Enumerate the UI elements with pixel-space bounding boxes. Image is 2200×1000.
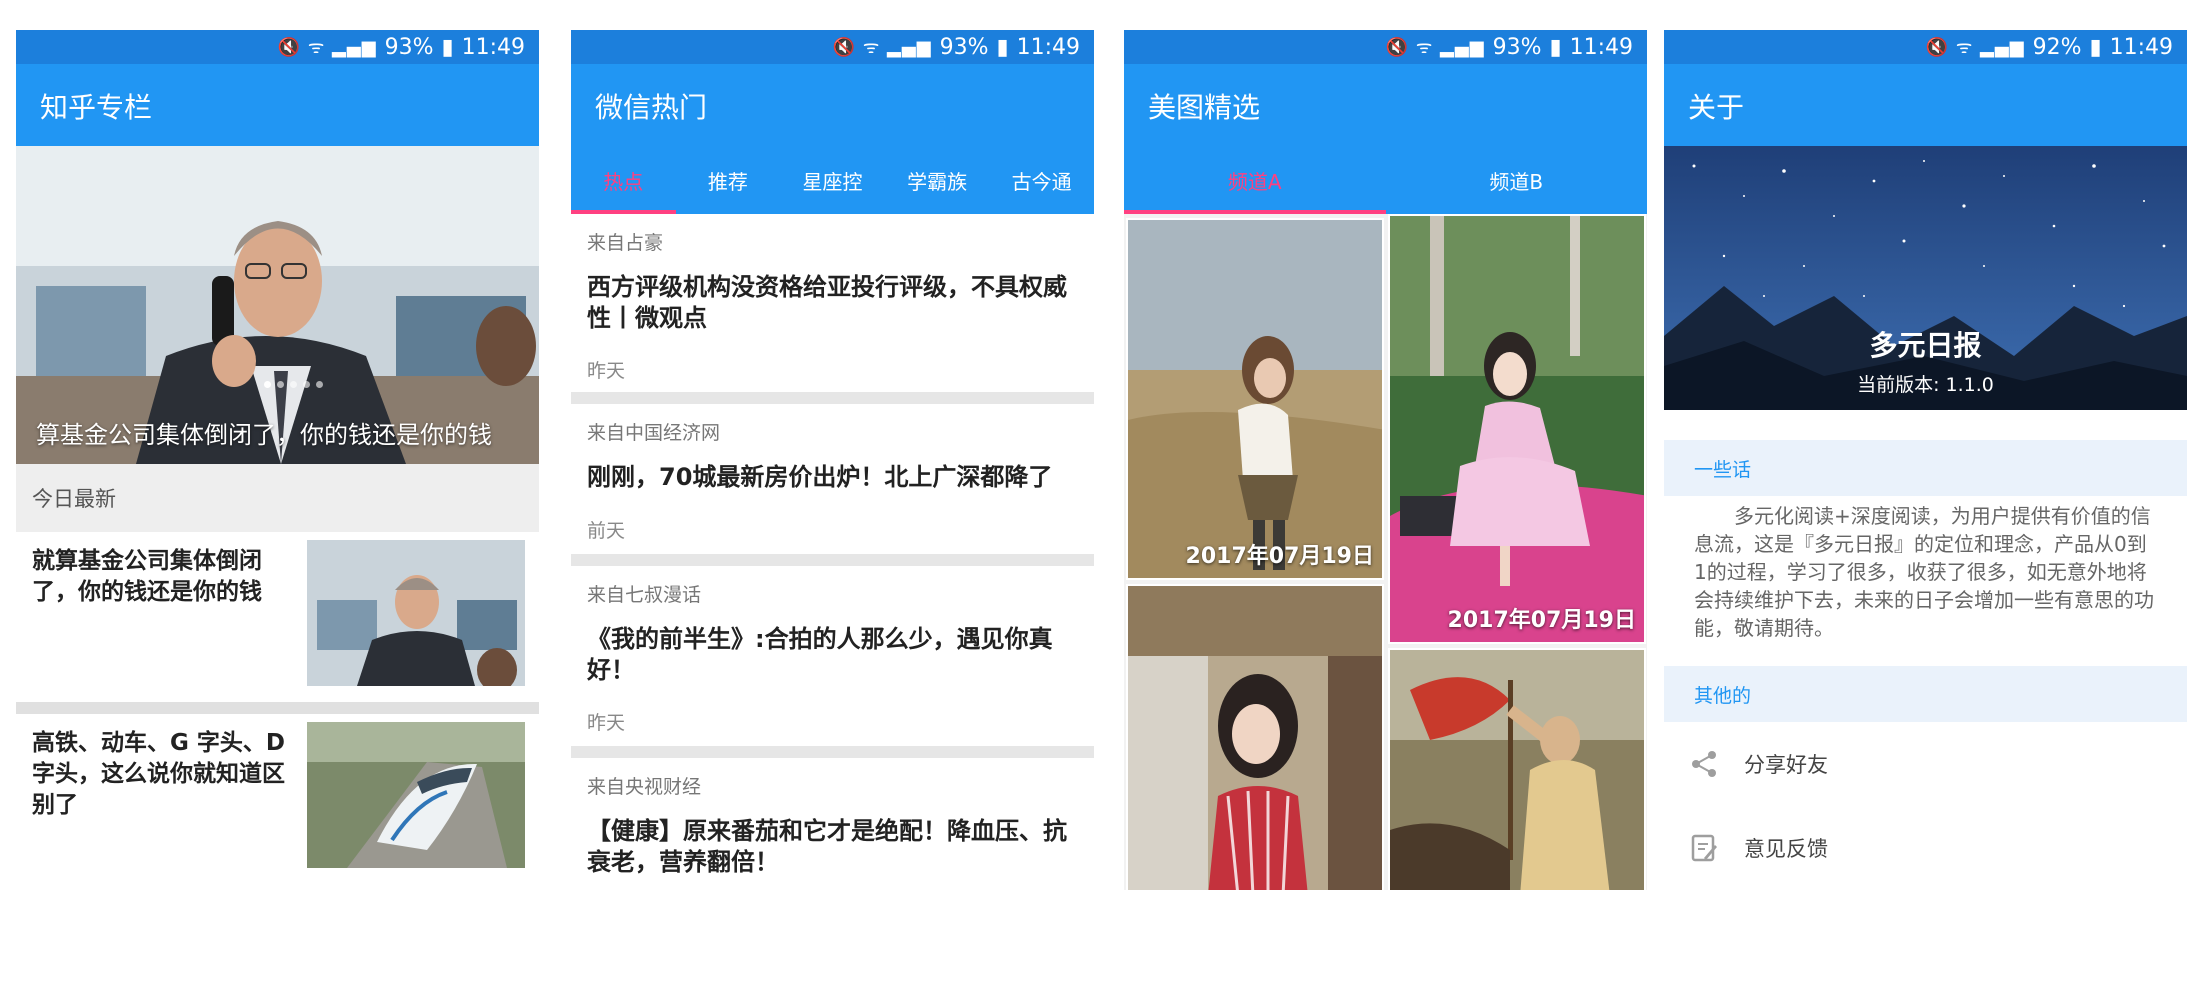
article-source: 来自中国经济网 <box>587 422 721 444</box>
article-card[interactable]: 来自七叔漫话 《我的前半生》:合拍的人那么少，遇见你真好！ 昨天 <box>571 566 1094 746</box>
tab-hot[interactable]: 热点 <box>571 146 676 214</box>
share-friends-item[interactable]: 分享好友 <box>1664 722 2187 807</box>
list-item-thumbnail <box>307 540 525 686</box>
tab-channel-b[interactable]: 频道B <box>1386 146 1648 214</box>
share-friends-label: 分享好友 <box>1744 753 1828 777</box>
battery-icon: ▮ <box>2089 34 2102 60</box>
intro-text: 多元化阅读+深度阅读，为用户提供有价值的信息流，这是『多元日报』的定位和理念，产… <box>1694 504 2154 640</box>
page-title: 美图精选 <box>1148 91 1261 124</box>
clock: 11:49 <box>461 34 525 60</box>
photo-card[interactable]: 2017年07月19日 <box>1126 218 1384 580</box>
article-card[interactable]: 来自中国经济网 刚刚，70城最新房价出炉！北上广深都降了 前天 <box>571 404 1094 554</box>
photo-grid: 2017年07月19日 2017年07月19日 <box>1124 214 1647 890</box>
article-date: 昨天 <box>587 360 626 382</box>
feedback-label: 意见反馈 <box>1744 837 1828 861</box>
tab-channel-a[interactable]: 频道A <box>1124 146 1386 214</box>
photo-date: 2017年07月19日 <box>1447 608 1636 633</box>
tab-recommend[interactable]: 推荐 <box>676 146 781 214</box>
tab-history[interactable]: 古今通 <box>989 146 1094 214</box>
feedback-item[interactable]: 意见反馈 <box>1664 806 2187 890</box>
app-bar: 美图精选 <box>1124 64 1647 146</box>
signal-icons: 🔇 ᯤ ▂▄▆ <box>832 37 932 58</box>
article-source: 来自七叔漫话 <box>587 584 702 606</box>
list-item[interactable]: 就算基金公司集体倒闭了，你的钱还是你的钱 <box>16 532 539 702</box>
about-header: 多元日报 当前版本: 1.1.0 <box>1664 146 2187 410</box>
app-version: 当前版本: 1.1.0 <box>1857 374 1994 396</box>
article-title: 《我的前半生》:合拍的人那么少，遇见你真好！ <box>587 625 1053 684</box>
clock: 11:49 <box>1016 34 1080 60</box>
screen-zhihu: 🔇 ᯤ ▂▄▆ 93% ▮ 11:49 知乎专栏 算基金公司集体倒闭了，你的钱还… <box>16 30 539 890</box>
article-title: 西方评级机构没资格给亚投行评级，不具权威性丨微观点 <box>587 273 1067 332</box>
channel-tabs: 频道A 频道B <box>1124 146 1647 214</box>
article-card[interactable]: 来自央视财经 【健康】原来番茄和它才是绝配！降血压、抗衰老，营养翻倍！ <box>571 758 1094 890</box>
photo-date: 2017年07月19日 <box>1185 544 1374 569</box>
article-title: 刚刚，70城最新房价出炉！北上广深都降了 <box>587 463 1053 491</box>
battery-level: 92% <box>2032 34 2082 60</box>
app-bar: 关于 <box>1664 64 2187 146</box>
category-tabs: 热点 推荐 星座控 学霸族 古今通 <box>571 146 1094 214</box>
battery-icon: ▮ <box>441 34 454 60</box>
photo-card[interactable] <box>1126 584 1384 890</box>
screen-about: 🔇 ᯤ ▂▄▆ 92% ▮ 11:49 关于 多元日报 当前版本: 1.1.0 … <box>1664 30 2187 890</box>
divider <box>571 746 1094 758</box>
clock: 11:49 <box>2109 34 2173 60</box>
clock: 11:49 <box>1569 34 1633 60</box>
list-item[interactable]: 高铁、动车、G 字头、D 字头，这么说你就知道区别了 <box>16 714 539 890</box>
article-source: 来自央视财经 <box>587 776 702 798</box>
list-item-thumbnail <box>307 722 525 868</box>
status-bar: 🔇 ᯤ ▂▄▆ 92% ▮ 11:49 <box>1664 30 2187 64</box>
page-title: 知乎专栏 <box>40 91 153 124</box>
battery-level: 93% <box>939 34 989 60</box>
battery-level: 93% <box>384 34 434 60</box>
app-name: 多元日报 <box>1869 329 1982 362</box>
battery-level: 93% <box>1492 34 1542 60</box>
article-date: 前天 <box>587 520 626 542</box>
status-bar: 🔇 ᯤ ▂▄▆ 93% ▮ 11:49 <box>16 30 539 64</box>
tab-horoscope[interactable]: 星座控 <box>780 146 885 214</box>
carousel-indicator[interactable] <box>264 381 323 388</box>
divider <box>571 392 1094 404</box>
section-header: 一些话 <box>1664 440 2187 496</box>
article-card[interactable]: 来自占豪 西方评级机构没资格给亚投行评级，不具权威性丨微观点 昨天 <box>571 214 1094 392</box>
battery-icon: ▮ <box>996 34 1009 60</box>
page-title: 微信热门 <box>595 91 708 124</box>
section-header: 其他的 <box>1664 666 2187 722</box>
divider <box>16 702 539 714</box>
article-title: 【健康】原来番茄和它才是绝配！降血压、抗衰老，营养翻倍！ <box>587 817 1067 876</box>
status-bar: 🔇 ᯤ ▂▄▆ 93% ▮ 11:49 <box>571 30 1094 64</box>
banner-carousel[interactable]: 算基金公司集体倒闭了，你的钱还是你的钱 <box>16 146 539 464</box>
photo-card[interactable]: 2017年07月19日 <box>1388 214 1646 644</box>
feedback-icon <box>1691 834 1717 862</box>
signal-icons: 🔇 ᯤ ▂▄▆ <box>277 37 377 58</box>
divider <box>571 554 1094 566</box>
app-bar: 知乎专栏 <box>16 64 539 146</box>
status-bar: 🔇 ᯤ ▂▄▆ 93% ▮ 11:49 <box>1124 30 1647 64</box>
article-date: 昨天 <box>587 712 626 734</box>
banner-caption: 算基金公司集体倒闭了，你的钱还是你的钱 <box>36 421 492 449</box>
app-bar: 微信热门 <box>571 64 1094 146</box>
photo-card[interactable] <box>1388 648 1646 890</box>
page-title: 关于 <box>1688 91 1745 124</box>
list-item-title: 就算基金公司集体倒闭了，你的钱还是你的钱 <box>32 548 262 605</box>
signal-icons: 🔇 ᯤ ▂▄▆ <box>1385 37 1485 58</box>
screen-photos: 🔇 ᯤ ▂▄▆ 93% ▮ 11:49 美图精选 频道A 频道B 2017年07… <box>1124 30 1647 890</box>
share-icon <box>1692 751 1716 777</box>
section-header: 今日最新 <box>16 464 539 532</box>
article-source: 来自占豪 <box>587 232 664 254</box>
list-item-title: 高铁、动车、G 字头、D 字头，这么说你就知道区别了 <box>32 730 285 818</box>
screen-wechat: 🔇 ᯤ ▂▄▆ 93% ▮ 11:49 微信热门 热点 推荐 星座控 学霸族 古… <box>571 30 1094 890</box>
tab-scholar[interactable]: 学霸族 <box>885 146 990 214</box>
battery-icon: ▮ <box>1549 34 1562 60</box>
signal-icons: 🔇 ᯤ ▂▄▆ <box>1925 37 2025 58</box>
